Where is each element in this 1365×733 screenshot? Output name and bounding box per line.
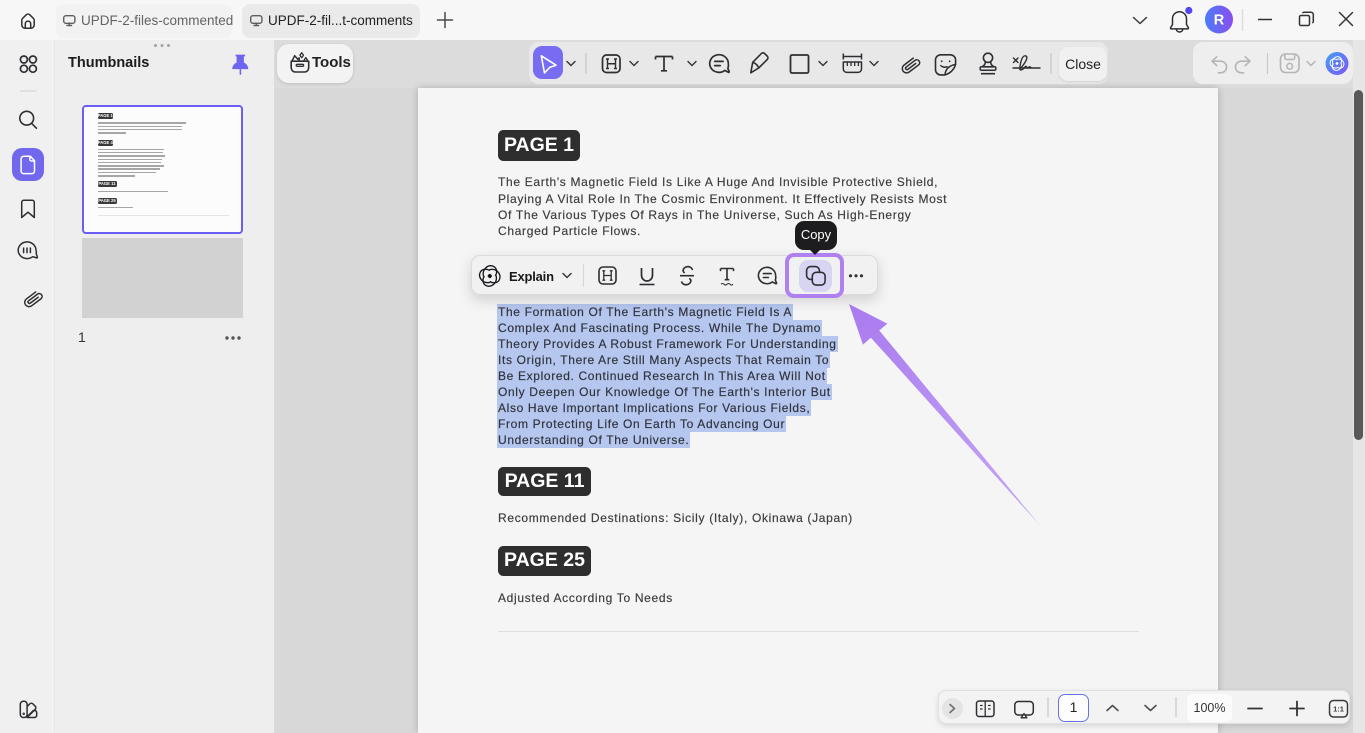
svg-text:R: R	[1214, 13, 1225, 29]
svg-text:1:1: 1:1	[1333, 705, 1344, 714]
